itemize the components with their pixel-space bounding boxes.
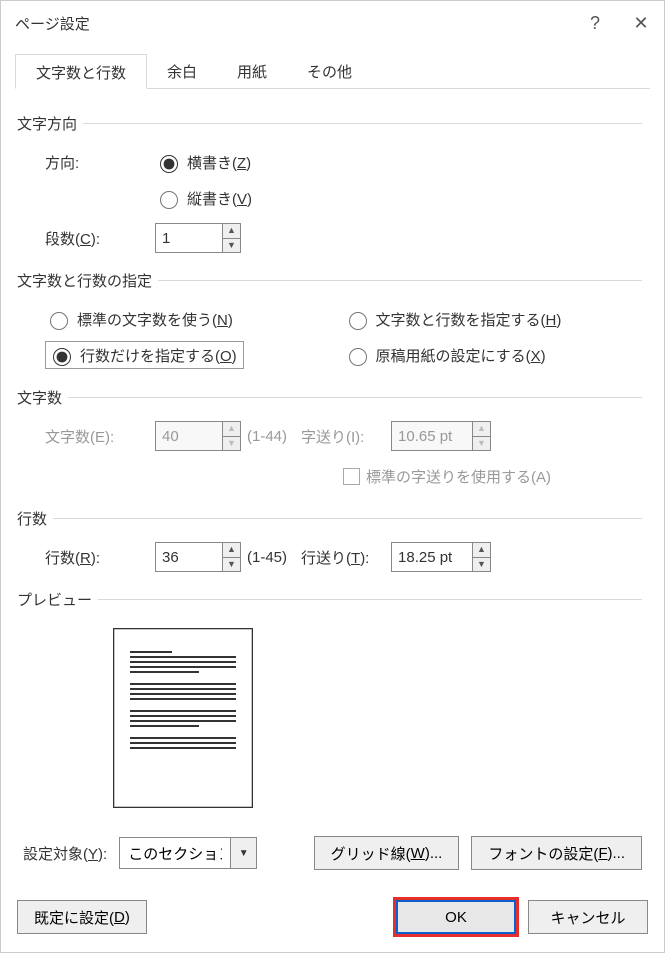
preview-page [113,628,253,808]
line-count-range: (1-45) [247,549,287,566]
char-pitch-spinner: ▲ ▼ [391,421,491,451]
apply-to-value[interactable] [120,838,230,868]
set-default-button[interactable]: 既定に設定(D) [17,900,147,934]
radio-horizontal-label: 横書き(Z) [187,152,251,173]
ok-button[interactable]: OK [396,900,516,934]
line-pitch-label: 行送り(T): [301,547,391,568]
apply-to-label: 設定対象(Y): [23,843,107,864]
lines-group: 行数 行数(R): ▲ ▼ (1-45) 行送り(T): ▲ [23,508,642,575]
direction-legend: 文字方向 [17,113,83,134]
line-pitch-spinner[interactable]: ▲ ▼ [391,542,491,572]
checkbox-box [343,468,360,485]
line-pitch-up[interactable]: ▲ [473,543,490,558]
char-count-down: ▼ [223,437,240,451]
tab-chars-lines[interactable]: 文字数と行数 [15,54,147,89]
columns-up[interactable]: ▲ [223,224,240,239]
checkbox-std-pitch-label: 標準の字送りを使用する(A) [366,466,551,487]
columns-label: 段数(C): [45,228,155,249]
radio-both[interactable]: 文字数と行数を指定する(H) [344,303,562,335]
line-count-spinner[interactable]: ▲ ▼ [155,542,241,572]
char-count-range: (1-44) [247,428,287,445]
line-count-label: 行数(R): [45,547,155,568]
radio-vertical-label: 縦書き(V) [187,188,252,209]
columns-input[interactable] [156,224,222,252]
preview-legend: プレビュー [17,589,98,610]
char-pitch-label: 字送り(I): [301,426,391,447]
tab-margins[interactable]: 余白 [147,54,217,89]
char-count-input [156,422,222,450]
columns-spinner[interactable]: ▲ ▼ [155,223,241,253]
radio-lines-only-input[interactable] [53,348,71,366]
tab-other[interactable]: その他 [287,54,372,89]
chevron-down-icon[interactable]: ▼ [230,838,256,868]
char-count-up: ▲ [223,422,240,437]
tab-content: 文字方向 方向: 横書き(Z) 縦書き(V) 段数(C): [1,89,664,882]
apply-row: 設定対象(Y): ▼ グリッド線(W)... フォントの設定(F)... [23,836,642,870]
radio-lines-only-label: 行数だけを指定する(O) [80,345,237,366]
radio-standard-chars-input[interactable] [50,312,68,330]
close-icon: ✕ [633,13,648,34]
radio-genkou-input[interactable] [349,348,367,366]
radio-vertical-input[interactable] [160,191,178,209]
radio-both-input[interactable] [349,312,367,330]
char-count-label: 文字数(E): [45,426,155,447]
radio-standard-chars[interactable]: 標準の文字数を使う(N) [45,303,233,335]
dialog-title: ページ設定 [15,13,572,34]
tab-strip: 文字数と行数 余白 用紙 その他 [15,53,650,89]
direction-group: 文字方向 方向: 横書き(Z) 縦書き(V) 段数(C): [23,113,642,256]
checkbox-std-pitch: 標準の字送りを使用する(A) [343,466,551,487]
gridlines-button[interactable]: グリッド線(W)... [314,836,460,870]
line-pitch-down[interactable]: ▼ [473,558,490,572]
line-count-up[interactable]: ▲ [223,543,240,558]
preview-group: プレビュー [23,589,642,808]
chars-group: 文字数 文字数(E): ▲ ▼ (1-44) 字送り(I): ▲ [23,387,642,494]
line-count-down[interactable]: ▼ [223,558,240,572]
cancel-button[interactable]: キャンセル [528,900,648,934]
char-count-spinner: ▲ ▼ [155,421,241,451]
radio-genkou[interactable]: 原稿用紙の設定にする(X) [344,339,546,371]
radio-lines-only[interactable]: 行数だけを指定する(O) [45,341,244,369]
titlebar: ページ設定 ? ✕ [1,1,664,45]
char-pitch-input [392,422,472,450]
columns-down[interactable]: ▼ [223,239,240,253]
lines-legend: 行数 [17,508,53,529]
dialog-footer: 既定に設定(D) OK キャンセル [1,882,664,952]
spec-group: 文字数と行数の指定 標準の文字数を使う(N) 文字数と行数を指定する(H) [23,270,642,373]
apply-to-select[interactable]: ▼ [119,837,257,869]
char-pitch-up: ▲ [473,422,490,437]
radio-horizontal[interactable]: 横書き(Z) [155,146,251,178]
char-pitch-down: ▼ [473,437,490,451]
line-pitch-input[interactable] [392,543,472,571]
direction-label: 方向: [45,152,155,173]
close-button[interactable]: ✕ [618,1,664,45]
radio-horizontal-input[interactable] [160,155,178,173]
font-settings-button[interactable]: フォントの設定(F)... [471,836,642,870]
radio-genkou-label: 原稿用紙の設定にする(X) [376,345,546,366]
radio-vertical[interactable]: 縦書き(V) [155,182,252,214]
chars-legend: 文字数 [17,387,68,408]
help-button[interactable]: ? [572,1,618,45]
line-count-input[interactable] [156,543,222,571]
page-setup-dialog: ページ設定 ? ✕ 文字数と行数 余白 用紙 その他 文字方向 方向: 横書き(… [0,0,665,953]
radio-standard-chars-label: 標準の文字数を使う(N) [77,309,233,330]
spec-legend: 文字数と行数の指定 [17,270,158,291]
tab-paper[interactable]: 用紙 [217,54,287,89]
radio-both-label: 文字数と行数を指定する(H) [376,309,562,330]
